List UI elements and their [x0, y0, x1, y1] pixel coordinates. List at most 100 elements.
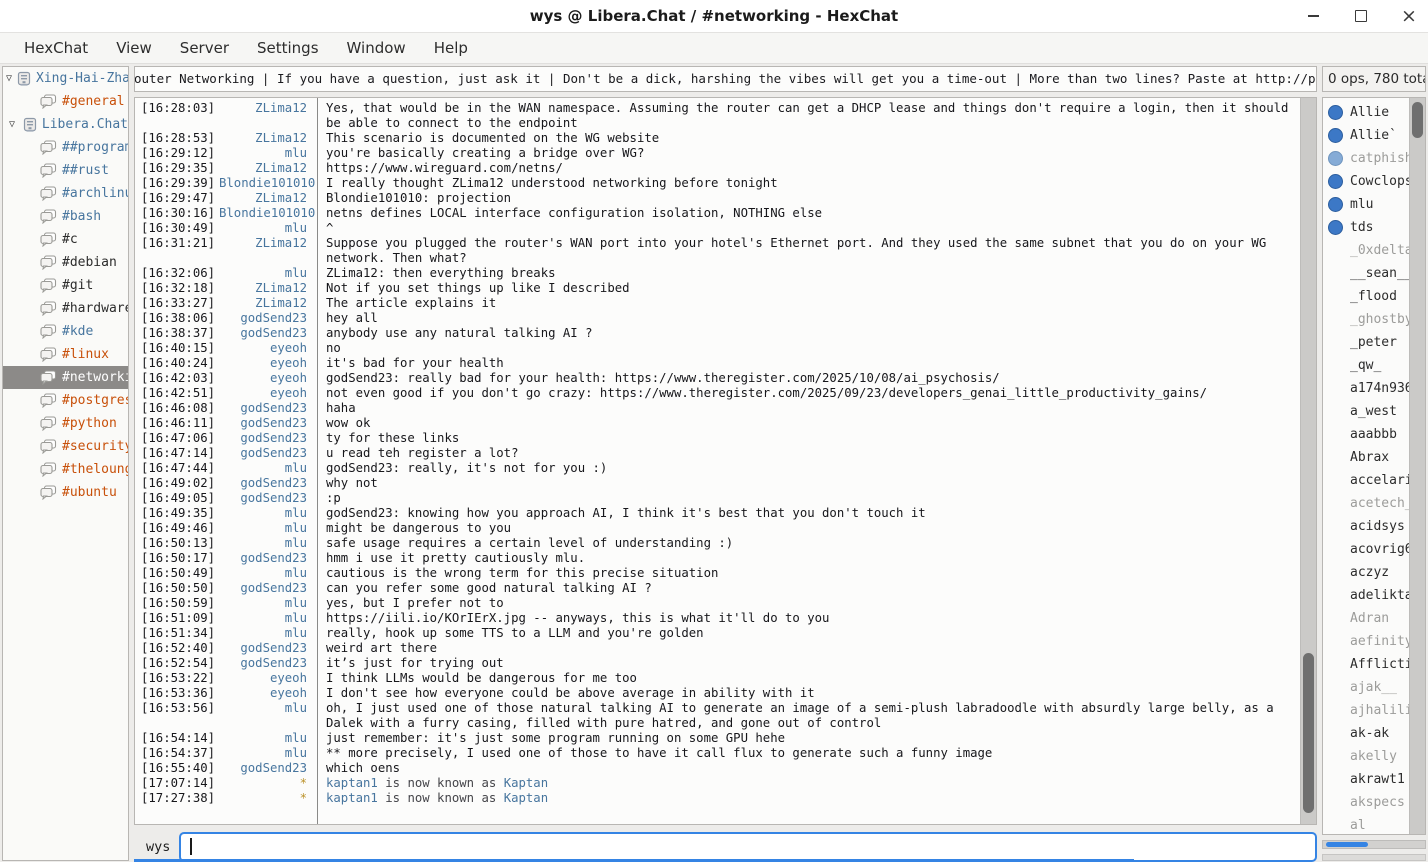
- timestamp: [16:50:13]: [141, 536, 219, 551]
- tree-server-xing-hai-zhan[interactable]: ▽Xing-Hai-Zhan: [3, 67, 128, 90]
- user-list-item[interactable]: _0xdelta: [1323, 239, 1409, 262]
- user-list-item[interactable]: a174n936: [1323, 377, 1409, 400]
- user-list-item[interactable]: akrawt1: [1323, 768, 1409, 791]
- user-list-item[interactable]: ajak__: [1323, 676, 1409, 699]
- user-list-item[interactable]: mlu: [1323, 193, 1409, 216]
- chat-scrollbar-thumb[interactable]: [1303, 653, 1314, 813]
- tree-channel--bash[interactable]: #bash: [3, 205, 128, 228]
- timestamp: [16:32:06]: [141, 266, 219, 281]
- user-nick: akelly: [1350, 749, 1397, 764]
- timestamp: [16:46:08]: [141, 401, 219, 416]
- user-list-item[interactable]: Allie: [1323, 101, 1409, 124]
- chat-message-line: [16:42:03]eyeohgodSend23: really bad for…: [141, 371, 1296, 386]
- chat-message-line: [16:50:59]mluyes, but I prefer not to: [141, 596, 1296, 611]
- user-list-item[interactable]: acetech_: [1323, 492, 1409, 515]
- timestamp: [16:28:03]: [141, 101, 219, 131]
- user-list-item[interactable]: acidsys: [1323, 515, 1409, 538]
- menu-view[interactable]: View: [102, 37, 166, 59]
- tree-channel--debian[interactable]: #debian: [3, 251, 128, 274]
- expander-icon[interactable]: ▽: [6, 119, 18, 130]
- timestamp: [16:40:15]: [141, 341, 219, 356]
- user-list-item[interactable]: Allie`: [1323, 124, 1409, 147]
- timestamp: [16:38:37]: [141, 326, 219, 341]
- minimize-button[interactable]: [1302, 5, 1324, 27]
- timestamp: [16:49:02]: [141, 476, 219, 491]
- user-list-item[interactable]: accelario: [1323, 469, 1409, 492]
- topic-bar[interactable]: outer Networking | If you have a questio…: [134, 66, 1317, 92]
- user-list-item[interactable]: aaabbb: [1323, 423, 1409, 446]
- chat-message-line: [16:49:46]mlumight be dangerous to you: [141, 521, 1296, 536]
- timestamp: [16:38:06]: [141, 311, 219, 326]
- timestamp: [16:49:35]: [141, 506, 219, 521]
- user-nick: acovrig60: [1350, 542, 1409, 557]
- tree-server-libera-chat[interactable]: ▽Libera.Chat: [3, 113, 128, 136]
- userlist-scrollbar-thumb[interactable]: [1412, 102, 1423, 138]
- tree-channel--general[interactable]: #general: [3, 90, 128, 113]
- user-list-item[interactable]: Abrax: [1323, 446, 1409, 469]
- chat-message-line: [16:31:21]ZLima12Suppose you plugged the…: [141, 236, 1296, 266]
- server-icon: [16, 71, 32, 87]
- tree-channel--linux[interactable]: #linux: [3, 343, 128, 366]
- user-list-item[interactable]: adeliktas: [1323, 584, 1409, 607]
- chat-scrollbar[interactable]: [1300, 98, 1316, 824]
- maximize-button[interactable]: [1350, 5, 1372, 27]
- user-list-item[interactable]: Cowclops`: [1323, 170, 1409, 193]
- tree-channel--hardware[interactable]: #hardware: [3, 297, 128, 320]
- user-list-item[interactable]: _flood: [1323, 285, 1409, 308]
- menu-settings[interactable]: Settings: [243, 37, 333, 59]
- tree-item-label: ##rust: [62, 163, 109, 178]
- chat-message-line: [16:47:44]mlugodSend23: really, it's not…: [141, 461, 1296, 476]
- tree-channel--programming[interactable]: ##programming: [3, 136, 128, 159]
- user-list-item[interactable]: catphish: [1323, 147, 1409, 170]
- tree-channel--kde[interactable]: #kde: [3, 320, 128, 343]
- user-list-item[interactable]: a_west: [1323, 400, 1409, 423]
- chat-message-line: [16:38:06]godSend23hey all: [141, 311, 1296, 326]
- userlist-hscrollbar-track2[interactable]: [1322, 854, 1426, 861]
- tree-channel--archlinux[interactable]: #archlinux: [3, 182, 128, 205]
- tree-channel--python[interactable]: #python: [3, 412, 128, 435]
- message-nick: mlu: [219, 506, 316, 521]
- user-list-item[interactable]: acovrig60: [1323, 538, 1409, 561]
- user-list-item[interactable]: _qw_: [1323, 354, 1409, 377]
- tree-channel--git[interactable]: #git: [3, 274, 128, 297]
- message-text: :p: [316, 491, 1296, 506]
- user-list-item[interactable]: al: [1323, 814, 1409, 834]
- tree-channel--thelounge[interactable]: #thelounge: [3, 458, 128, 481]
- tree-channel--networking[interactable]: #networking: [3, 366, 128, 389]
- user-list-item[interactable]: Afflictio: [1323, 653, 1409, 676]
- message-text: oh, I just used one of those natural tal…: [316, 701, 1296, 731]
- user-list-item[interactable]: akspecs: [1323, 791, 1409, 814]
- menu-window[interactable]: Window: [333, 37, 420, 59]
- menu-help[interactable]: Help: [420, 37, 482, 59]
- userlist-hscrollbar-thumb[interactable]: [1326, 842, 1368, 847]
- message-input[interactable]: [179, 832, 1317, 862]
- userlist-scrollbar[interactable]: [1409, 98, 1425, 834]
- user-list-item[interactable]: tds: [1323, 216, 1409, 239]
- message-text: godSend23: knowing how you approach AI, …: [316, 506, 1296, 521]
- maximize-icon: [1355, 10, 1367, 22]
- menu-hexchat[interactable]: HexChat: [10, 37, 102, 59]
- user-list-item[interactable]: ak-ak: [1323, 722, 1409, 745]
- menu-server[interactable]: Server: [166, 37, 243, 59]
- user-list-item[interactable]: Adran: [1323, 607, 1409, 630]
- user-list-item[interactable]: aczyz: [1323, 561, 1409, 584]
- user-nick: ajak__: [1350, 680, 1397, 695]
- timestamp: [16:29:47]: [141, 191, 219, 206]
- user-list-item[interactable]: aefinity: [1323, 630, 1409, 653]
- user-list-item[interactable]: akelly: [1323, 745, 1409, 768]
- tree-channel--rust[interactable]: ##rust: [3, 159, 128, 182]
- tree-channel--c[interactable]: #c: [3, 228, 128, 251]
- expander-icon[interactable]: ▽: [6, 73, 12, 84]
- timestamp: [17:27:38]: [141, 791, 219, 806]
- user-list-item[interactable]: _peter: [1323, 331, 1409, 354]
- channel-icon: [40, 255, 57, 270]
- close-button[interactable]: ×: [1398, 5, 1420, 27]
- tree-channel--security[interactable]: #security: [3, 435, 128, 458]
- tree-channel--postgresql[interactable]: #postgresql: [3, 389, 128, 412]
- user-list-item[interactable]: _ghostbyt: [1323, 308, 1409, 331]
- tree-channel--ubuntu[interactable]: #ubuntu: [3, 481, 128, 504]
- message-text: netns defines LOCAL interface configurat…: [316, 206, 1296, 221]
- user-list-item[interactable]: ajhalili2: [1323, 699, 1409, 722]
- userlist-hscrollbar[interactable]: [1322, 840, 1426, 849]
- user-list-item[interactable]: __sean__: [1323, 262, 1409, 285]
